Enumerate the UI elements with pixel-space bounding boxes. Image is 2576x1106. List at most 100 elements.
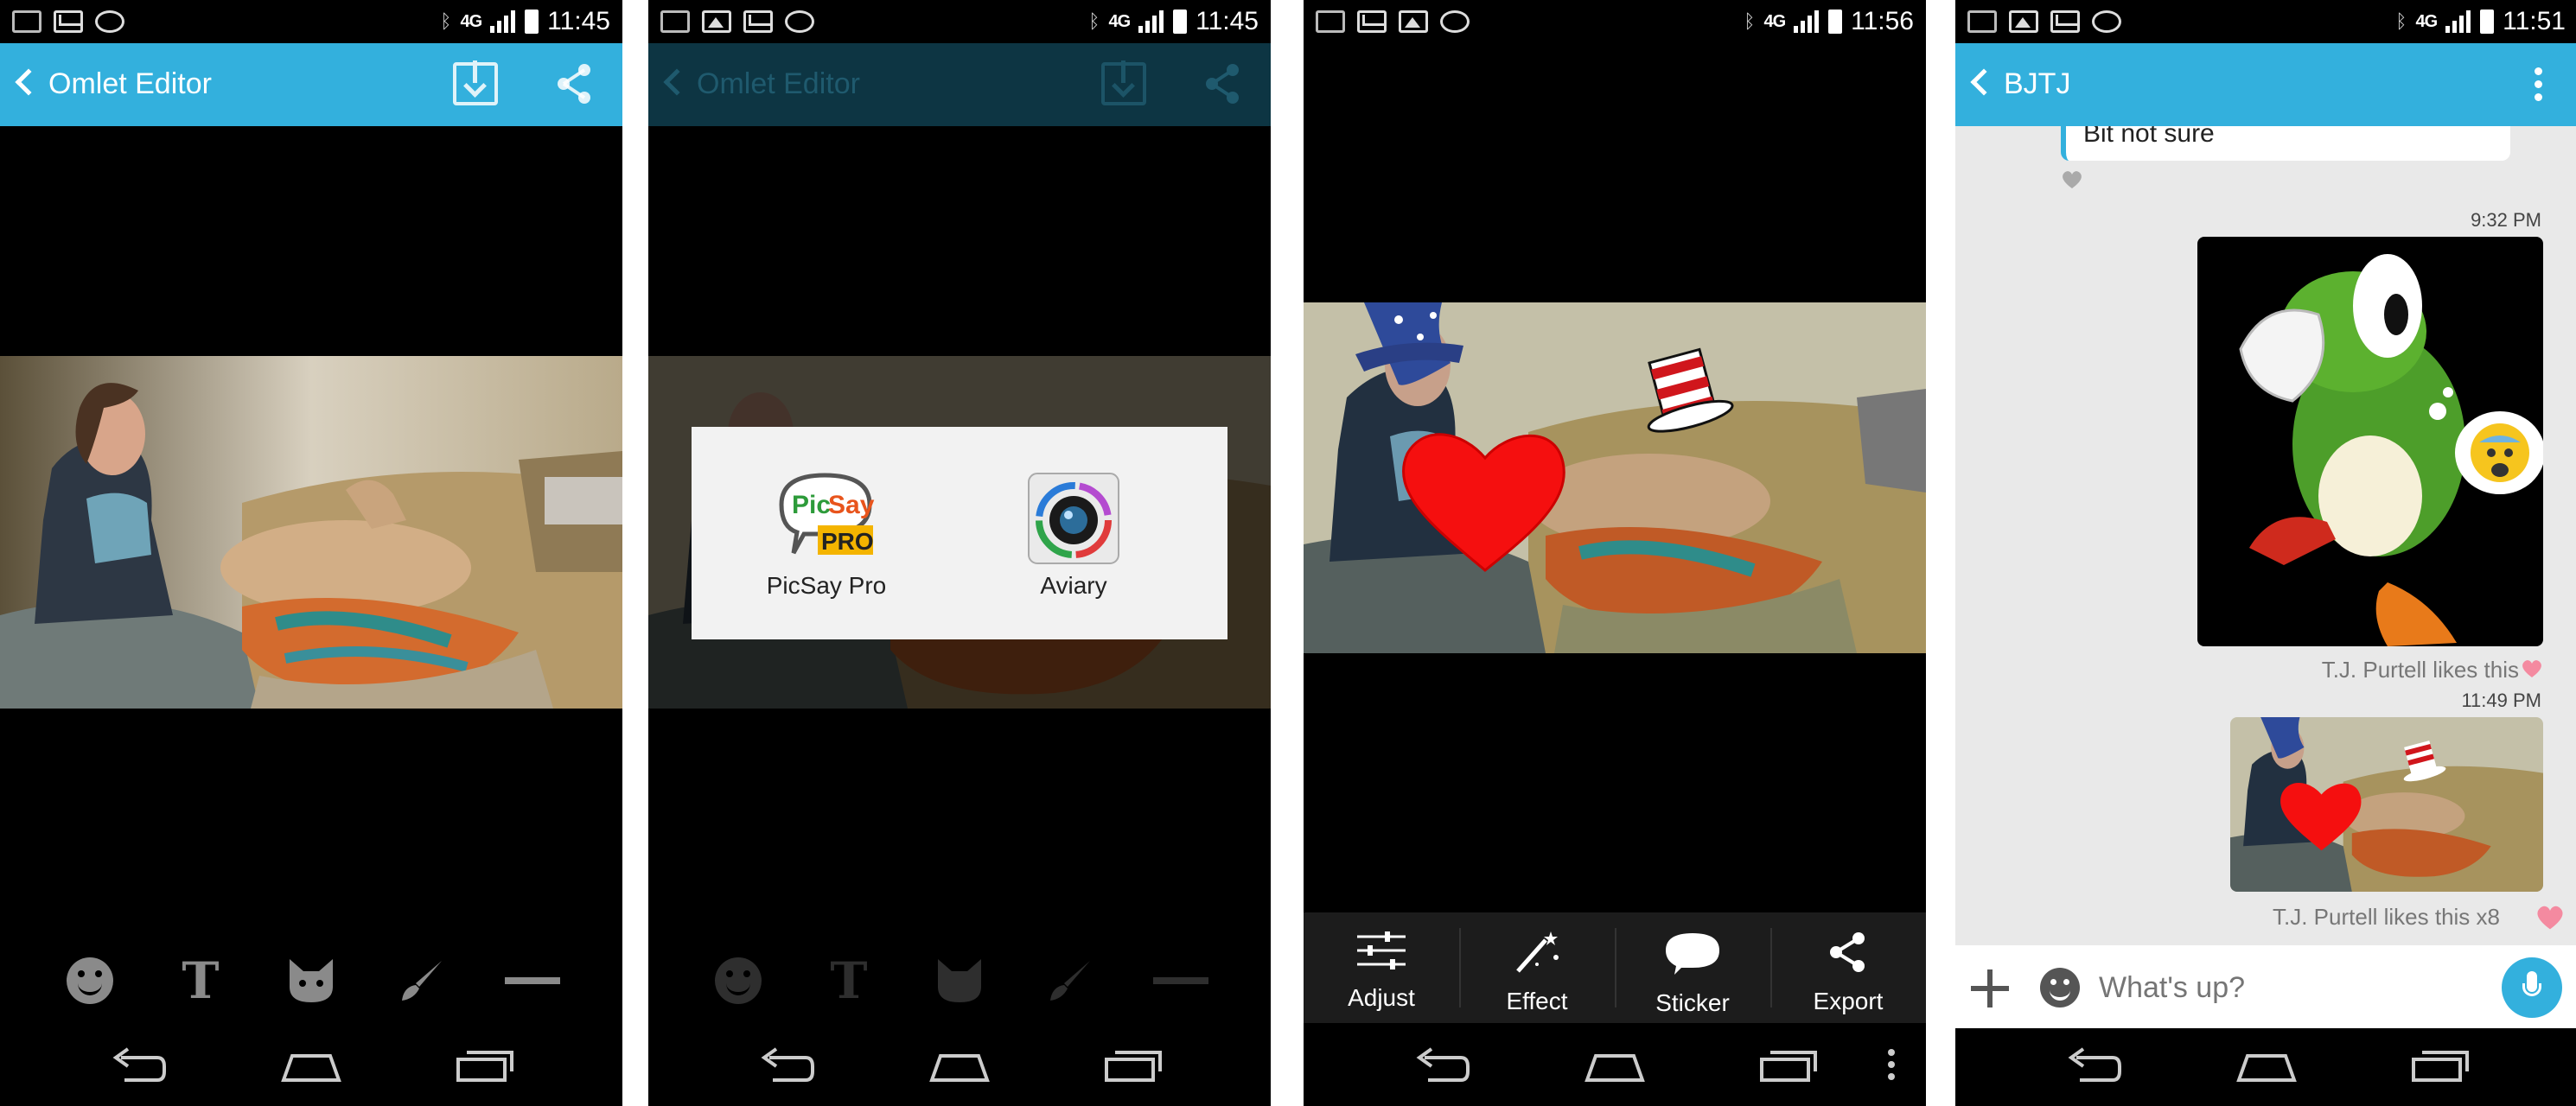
- message-composer: [1955, 945, 2576, 1028]
- nav-bar: [1304, 1028, 1926, 1106]
- menu-tool[interactable]: [505, 953, 560, 1008]
- brush-icon: [1050, 961, 1090, 1001]
- bluetooth-icon: ᛒ: [440, 10, 452, 33]
- smiley-icon: [67, 957, 113, 1004]
- text-tool: T: [830, 951, 868, 1010]
- battery-icon: [2480, 10, 2495, 34]
- chooser-item-picsay-pro[interactable]: Pic Say PRO PicSay Pro: [740, 470, 913, 600]
- chat-notification-icon: [785, 10, 814, 33]
- toolbar-label: Adjust: [1348, 984, 1415, 1011]
- cat-mask-tool: [932, 953, 987, 1008]
- mail-notification-icon: [743, 10, 773, 33]
- back-nav-icon[interactable]: [107, 1046, 168, 1085]
- status-bar: ᛒ 4G 11:45: [648, 0, 1271, 43]
- app-notification-icon: [660, 10, 690, 33]
- share-icon[interactable]: [553, 62, 596, 105]
- message-input[interactable]: [2099, 966, 2462, 1009]
- app-notification-icon: [12, 10, 41, 33]
- like-heart-icon[interactable]: [2061, 169, 2083, 190]
- clock: 11:45: [1196, 7, 1259, 35]
- cat-mask-tool[interactable]: [284, 953, 339, 1008]
- bluetooth-icon: ᛒ: [1744, 10, 1756, 33]
- home-nav-icon[interactable]: [928, 1046, 991, 1085]
- brush-tool: [1043, 953, 1098, 1008]
- app-bar: Omlet Editor: [648, 43, 1271, 126]
- status-bar: ᛒ 4G 11:51: [1955, 0, 2576, 43]
- chooser-item-aviary[interactable]: Aviary: [987, 470, 1160, 600]
- adjust-button[interactable]: Adjust: [1304, 912, 1459, 1023]
- text-tool[interactable]: T: [173, 951, 228, 1010]
- sticker-face-tool[interactable]: [62, 953, 118, 1008]
- svg-text:Say: Say: [828, 491, 875, 519]
- image-notification-icon: [2009, 10, 2038, 33]
- bluetooth-icon: ᛒ: [1088, 10, 1100, 33]
- svg-text:Pic: Pic: [792, 491, 831, 519]
- more-vert-icon[interactable]: [2535, 67, 2543, 104]
- edited-photo[interactable]: [0, 356, 622, 709]
- speech-bubble-icon: [1666, 933, 1719, 975]
- smiley-icon: [715, 957, 762, 1004]
- edited-photo-with-stickers[interactable]: [1304, 302, 1926, 653]
- app-notification-icon: [1316, 10, 1345, 33]
- toolbar-label: Export: [1813, 988, 1884, 1014]
- sticker-button[interactable]: Sticker: [1615, 912, 1770, 1023]
- effect-button[interactable]: Effect: [1459, 912, 1615, 1023]
- nav-bar: [0, 1028, 622, 1106]
- clock: 11:51: [2503, 7, 2566, 35]
- microphone-button[interactable]: [2502, 957, 2562, 1018]
- network-type: 4G: [2415, 11, 2438, 31]
- signal-icon: [490, 10, 516, 33]
- download-icon: [1101, 60, 1146, 105]
- back-arrow-icon[interactable]: [1970, 68, 1998, 96]
- picsay-pro-logo: Pic Say PRO: [779, 473, 875, 555]
- overflow-menu-icon[interactable]: [1884, 1046, 1898, 1085]
- chat-notification-icon: [95, 10, 124, 33]
- recents-nav-icon[interactable]: [1757, 1046, 1820, 1085]
- share-icon: [1206, 64, 1239, 104]
- brush-tool[interactable]: [394, 953, 450, 1008]
- recents-nav-icon[interactable]: [1101, 1046, 1165, 1085]
- recents-nav-icon[interactable]: [2408, 1046, 2472, 1085]
- message-timestamp: 11:49 PM: [2461, 690, 2541, 711]
- sent-image-photo[interactable]: [2230, 717, 2543, 892]
- network-type: 4G: [1763, 11, 1786, 31]
- app-chooser-dialog: Pic Say PRO PicSay Pro Aviary: [692, 427, 1227, 639]
- app-bar: BJTJ: [1955, 43, 2576, 126]
- sent-image-sticker[interactable]: [2197, 237, 2543, 646]
- message-timestamp: 9:32 PM: [2471, 209, 2541, 231]
- aviary-toolbar: Adjust Effect Sticker Export: [1304, 912, 1926, 1023]
- brush-icon: [402, 961, 442, 1001]
- clock: 11:56: [1851, 7, 1914, 35]
- signal-icon: [1138, 10, 1164, 33]
- home-nav-icon[interactable]: [280, 1046, 342, 1085]
- chat-message-list[interactable]: Bit not sure 9:32 PM T.J. Purtell likes …: [1955, 114, 2576, 945]
- back-arrow-icon: [663, 68, 691, 96]
- toolbar-label: Effect: [1506, 988, 1568, 1014]
- battery-icon: [1828, 10, 1843, 34]
- nav-bar: [648, 1028, 1271, 1106]
- export-button[interactable]: Export: [1770, 912, 1926, 1023]
- home-nav-icon[interactable]: [1584, 1046, 1646, 1085]
- battery-icon: [1173, 10, 1188, 34]
- menu-tool: [1153, 953, 1208, 1008]
- chooser-label: PicSay Pro: [766, 572, 887, 599]
- like-heart-icon[interactable]: [2535, 904, 2566, 931]
- chat-notification-icon: [1440, 10, 1470, 33]
- home-nav-icon[interactable]: [2235, 1046, 2298, 1085]
- likes-text: T.J. Purtell likes this x8: [2273, 904, 2500, 930]
- add-attachment-icon[interactable]: [1971, 969, 2009, 1007]
- network-type: 4G: [1108, 11, 1131, 31]
- back-nav-icon[interactable]: [1411, 1046, 1471, 1085]
- mail-notification-icon: [54, 10, 83, 33]
- nav-bar: [1955, 1028, 2576, 1106]
- battery-icon: [525, 10, 539, 34]
- back-arrow-icon[interactable]: [15, 68, 42, 96]
- back-nav-icon[interactable]: [2063, 1046, 2123, 1085]
- sliders-icon: [1357, 931, 1406, 969]
- recents-nav-icon[interactable]: [453, 1046, 517, 1085]
- back-nav-icon[interactable]: [756, 1046, 816, 1085]
- cat-icon: [938, 959, 981, 1002]
- like-heart-icon[interactable]: [2521, 658, 2543, 679]
- download-icon[interactable]: [453, 60, 498, 105]
- emoji-icon[interactable]: [2040, 968, 2080, 1007]
